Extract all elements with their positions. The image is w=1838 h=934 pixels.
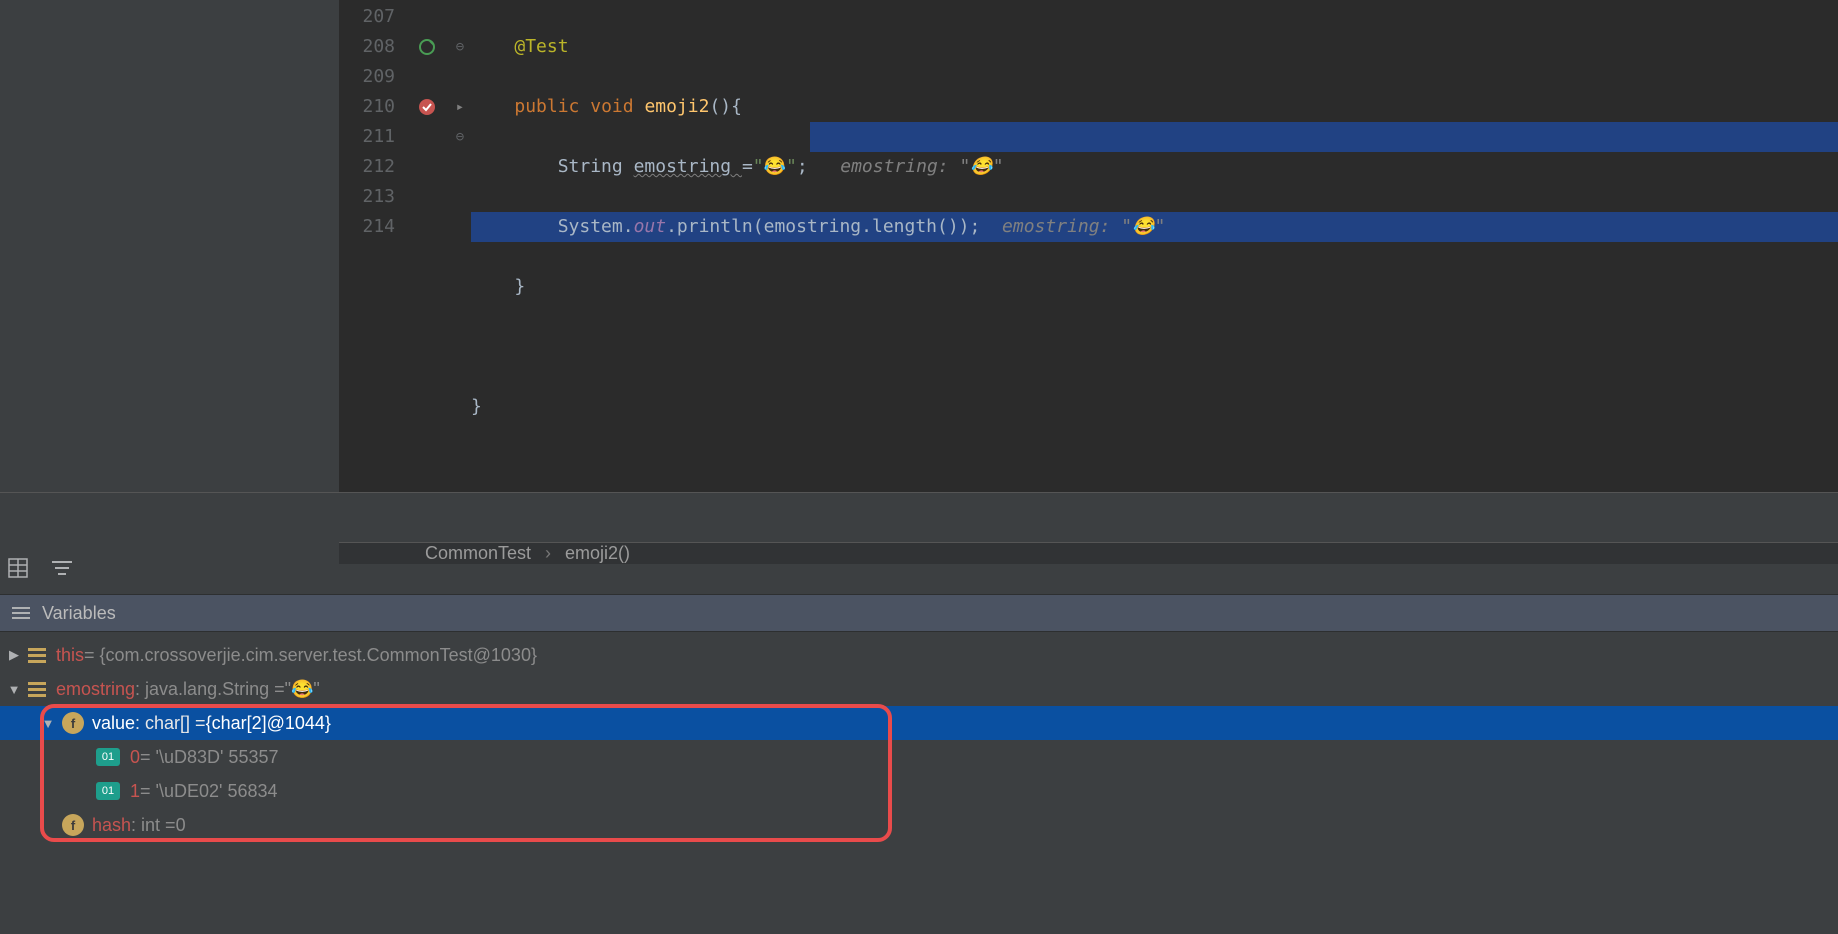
line-number[interactable]: 213	[339, 182, 405, 212]
breadcrumb[interactable]: CommonTest › emoji2()	[339, 542, 1838, 564]
code-text: ;	[797, 156, 808, 177]
variables-panel[interactable]: ▶ this = {com.crossoverjie.cim.server.te…	[0, 632, 1838, 934]
var-name: this	[56, 645, 84, 666]
line-number[interactable]: 210	[339, 92, 405, 122]
menu-icon[interactable]	[12, 606, 30, 620]
var-value: = {com.crossoverjie.cim.server.test.Comm…	[84, 645, 537, 666]
primitive-icon: 01	[96, 748, 120, 766]
code-text: .println(emostring.length());	[666, 216, 980, 237]
code-text: (){	[709, 96, 742, 117]
keyword: void	[590, 96, 633, 117]
line-number[interactable]: 207	[339, 2, 405, 32]
code-text: System.	[558, 216, 634, 237]
line-number[interactable]: 208	[339, 32, 405, 62]
filter-icon[interactable]	[52, 559, 72, 577]
line-number[interactable]: 212	[339, 152, 405, 182]
string-literal: "	[786, 156, 797, 177]
variables-header[interactable]: Variables	[0, 594, 1838, 632]
execution-point-icon: ▸	[449, 92, 471, 122]
var-value: "😂"	[285, 679, 320, 700]
code-content[interactable]: @Test public void emoji2(){ String emost…	[471, 0, 1838, 542]
collapse-arrow-icon[interactable]: ▼	[34, 716, 62, 731]
line-number[interactable]: 209	[339, 62, 405, 92]
run-test-icon[interactable]	[405, 32, 449, 62]
keyword: public	[514, 96, 579, 117]
breakpoint-icon[interactable]	[405, 92, 449, 122]
var-value: {char[2]@1044}	[206, 713, 331, 734]
fold-toggle-icon[interactable]: ⊖	[449, 122, 471, 152]
line-number-gutter[interactable]: 207 208 209 210 211 212 213 214	[339, 0, 405, 542]
variable-row-hash[interactable]: f hash : int = 0	[0, 808, 1838, 842]
project-panel	[0, 0, 339, 492]
object-icon	[28, 648, 46, 663]
line-number[interactable]: 211	[339, 122, 405, 152]
brace: }	[514, 276, 525, 297]
breadcrumb-item[interactable]: emoji2()	[565, 543, 630, 564]
line-number[interactable]: 214	[339, 212, 405, 242]
emoji: 😂	[764, 156, 786, 177]
inline-hint: emostring: "😂"	[1002, 216, 1165, 237]
variable-row-this[interactable]: ▶ this = {com.crossoverjie.cim.server.te…	[0, 638, 1838, 672]
var-type: : java.lang.String =	[135, 679, 285, 700]
var-name: hash	[92, 815, 131, 836]
expand-arrow-icon[interactable]: ▶	[0, 647, 28, 663]
fold-gutter[interactable]: ⊖ ▸ ⊖	[449, 0, 471, 542]
var-type: : int =	[131, 815, 176, 836]
variable-row-index1[interactable]: 01 1 = '\uDE02' 56834	[0, 774, 1838, 808]
field: out	[634, 216, 667, 237]
collapse-arrow-icon[interactable]: ▼	[0, 682, 28, 697]
var-name: 1	[130, 781, 140, 802]
type: String	[558, 156, 634, 177]
object-icon	[28, 682, 46, 697]
var-name: 0	[130, 747, 140, 768]
annotation: @Test	[514, 36, 568, 57]
variables-title: Variables	[42, 603, 116, 624]
chevron-right-icon: ›	[545, 543, 551, 564]
fold-toggle-icon[interactable]: ⊖	[449, 32, 471, 62]
operator: =	[742, 156, 753, 177]
string-literal: "	[753, 156, 764, 177]
var-type: : char[] =	[135, 713, 206, 734]
breadcrumb-item[interactable]: CommonTest	[425, 543, 531, 564]
table-view-icon[interactable]	[8, 558, 28, 578]
var-name: value	[92, 713, 135, 734]
gutter-icons	[405, 0, 449, 542]
var-value: = '\uD83D' 55357	[140, 747, 278, 768]
primitive-icon: 01	[96, 782, 120, 800]
var-name: emostring	[56, 679, 135, 700]
variable: emostring	[634, 156, 742, 177]
code-editor[interactable]: 207 208 209 210 211 212 213 214	[339, 0, 1838, 492]
inline-hint: emostring: "😂"	[840, 156, 1003, 177]
variable-row-index0[interactable]: 01 0 = '\uD83D' 55357	[0, 740, 1838, 774]
method-name: emoji2	[644, 96, 709, 117]
variable-row-value[interactable]: ▼ f value : char[] = {char[2]@1044}	[0, 706, 1838, 740]
brace: }	[471, 396, 482, 417]
variable-row-emostring[interactable]: ▼ emostring : java.lang.String = "😂"	[0, 672, 1838, 706]
field-icon: f	[62, 712, 84, 734]
var-value: 0	[176, 815, 186, 836]
field-icon: f	[62, 814, 84, 836]
var-value: = '\uDE02' 56834	[140, 781, 277, 802]
